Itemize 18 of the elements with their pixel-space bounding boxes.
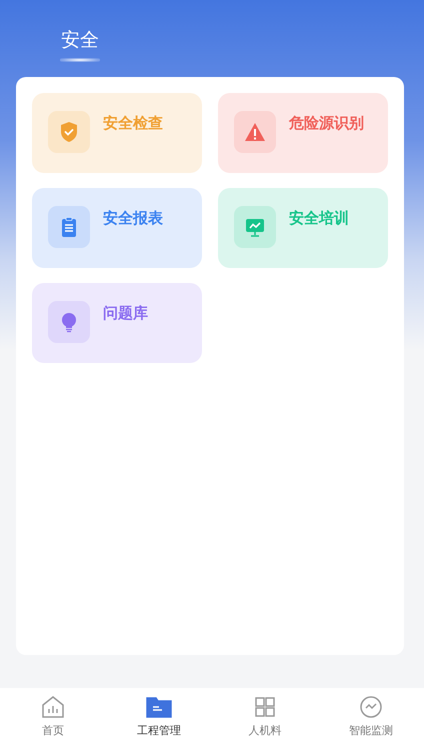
tab-item[interactable]: 智能监测 xyxy=(318,688,424,742)
tile-label: 安全检查 xyxy=(103,114,163,133)
monitor-icon xyxy=(358,694,384,720)
menu-tile[interactable]: 安全培训 xyxy=(218,188,388,268)
menu-tile[interactable]: 安全报表 xyxy=(32,188,202,268)
home-chart-icon xyxy=(40,694,66,720)
menu-tile[interactable]: 问题库 xyxy=(32,283,202,363)
tile-label: 安全培训 xyxy=(289,209,349,228)
tab-item[interactable]: 首页 xyxy=(0,688,106,742)
menu-tile[interactable]: 安全检查 xyxy=(32,93,202,173)
menu-tile[interactable]: 危险源识别 xyxy=(218,93,388,173)
tile-label: 危险源识别 xyxy=(289,114,364,133)
page-title: 安全 xyxy=(61,28,99,53)
title-underline xyxy=(60,58,100,62)
tile-label: 安全报表 xyxy=(103,209,163,228)
tab-item[interactable]: 工程管理 xyxy=(106,688,212,742)
tab-item[interactable]: 人机料 xyxy=(212,688,318,742)
tile-label: 问题库 xyxy=(103,304,148,323)
